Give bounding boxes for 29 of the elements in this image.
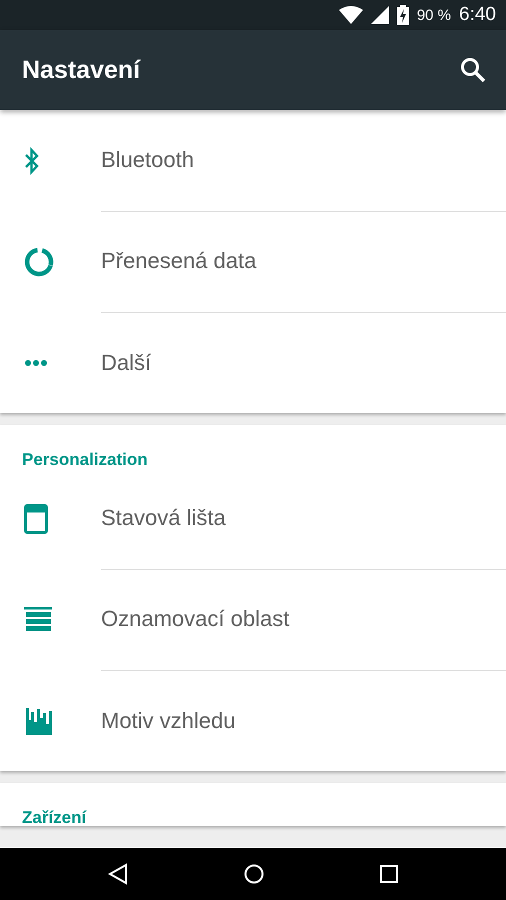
clock: 6:40 (459, 4, 496, 26)
wifi-icon (338, 6, 363, 24)
bluetooth-icon (24, 146, 40, 174)
recents-button[interactable] (379, 864, 399, 884)
signal-icon (370, 6, 389, 24)
search-button[interactable] (460, 57, 486, 83)
settings-item[interactable]: Motiv vzhledu (0, 670, 506, 771)
settings-item-label: Motiv vzhledu (101, 708, 236, 734)
settings-item-label: Přenesená data (101, 248, 256, 274)
list-icon (24, 607, 52, 632)
settings-item[interactable]: Oznamovací oblast (0, 569, 506, 670)
settings-item[interactable]: Další (0, 312, 506, 413)
screen-title: Nastavení (22, 56, 140, 84)
more-icon (24, 358, 48, 366)
battery-level: 90 % (416, 6, 452, 24)
settings-item-label: Bluetooth (101, 147, 194, 173)
section-header: Zařízení (21, 807, 88, 826)
settings-item-label: Stavová lišta (101, 505, 226, 531)
settings-item[interactable]: Bluetooth (0, 110, 506, 211)
settings-item[interactable]: Stavová lišta (0, 468, 506, 569)
section-header: Personalization (21, 449, 149, 468)
window-icon (24, 504, 48, 534)
settings-item[interactable]: Přenesená data (0, 211, 506, 312)
settings-item-label: Oznamovací oblast (101, 606, 290, 632)
settings-item-label: Další (101, 350, 152, 376)
home-button[interactable] (243, 863, 265, 885)
data-usage-icon (24, 246, 54, 276)
back-button[interactable] (107, 863, 129, 885)
battery-charging-icon (396, 5, 409, 25)
